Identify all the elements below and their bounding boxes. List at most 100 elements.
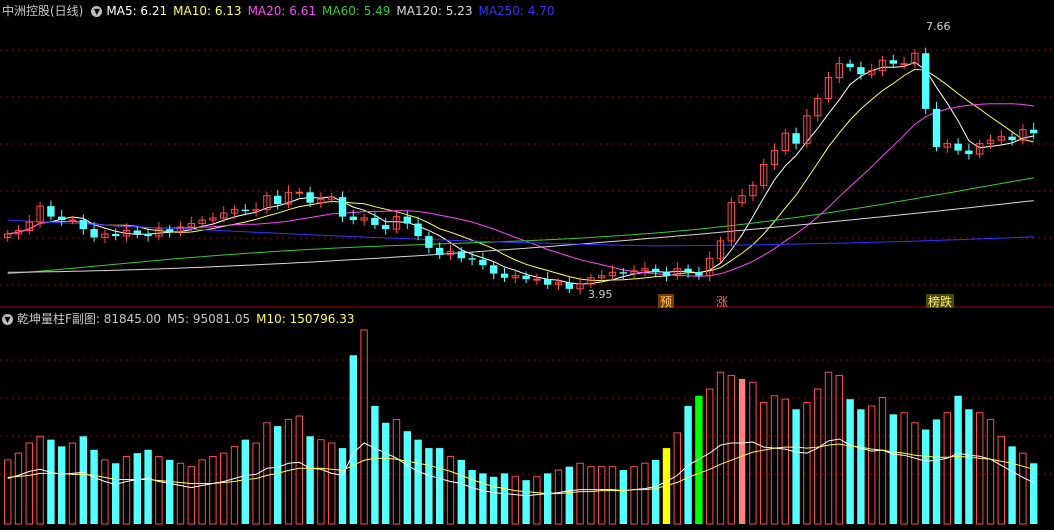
candle-body — [382, 224, 390, 230]
marker-bangdie: 榜跌 — [928, 294, 952, 309]
volume-bar — [1019, 452, 1027, 525]
candle-body — [295, 191, 304, 194]
volume-bar — [1030, 463, 1038, 524]
volume-bar — [414, 439, 422, 524]
volume-bar — [781, 398, 789, 525]
grid-lines — [0, 49, 1054, 475]
high-price-label: 7.66 — [926, 20, 951, 33]
candle-body — [490, 265, 498, 274]
candle-body — [932, 108, 941, 148]
volume-bar — [554, 469, 563, 525]
candle-body — [922, 53, 930, 109]
volume-bar — [630, 466, 638, 525]
ma60-label: MA60: 5.49 — [322, 4, 391, 18]
volume-bar — [479, 473, 487, 524]
volume-bar — [824, 371, 833, 525]
marker-yu: 预 — [660, 295, 672, 309]
volume-bar — [889, 414, 897, 524]
main-chart-legend: 中洲控股(日线) ▼ MA5: 6.21 MA10: 6.13 MA20: 6.61 MA… — [2, 2, 561, 20]
low-price-label: 3.95 — [588, 288, 613, 301]
volume-bar — [133, 453, 141, 524]
ma20-label: MA20: 6.61 — [247, 4, 316, 18]
candle-body — [274, 195, 282, 205]
volume-bar — [263, 422, 271, 525]
volume-bar — [652, 459, 660, 524]
candle-body — [457, 251, 465, 259]
volume-bar — [533, 476, 541, 525]
volume-bar — [673, 432, 681, 525]
volume-bar — [328, 442, 336, 525]
candle-body — [1008, 136, 1016, 141]
candle-body — [468, 258, 476, 260]
volume-bar — [220, 452, 228, 525]
volume-bar — [187, 466, 196, 525]
candle-body — [403, 216, 411, 224]
volume-bar — [176, 462, 185, 525]
candle-body — [436, 247, 444, 255]
volume-bar — [608, 466, 617, 525]
volume-bar — [976, 412, 984, 525]
volume-bar — [317, 439, 325, 525]
volume-bar — [392, 418, 401, 525]
volume-bar — [4, 459, 12, 525]
volume-bar — [522, 480, 530, 524]
candle-body — [306, 192, 314, 203]
volume-bar — [446, 456, 455, 525]
volume-bar — [641, 462, 649, 525]
volume-bar — [803, 402, 811, 525]
candle-body — [68, 219, 77, 222]
volume-bar — [598, 466, 606, 525]
candlesticks — [4, 47, 1038, 295]
candle-body — [889, 60, 897, 64]
volume-bar — [500, 473, 509, 524]
m10-label: M10: 150796.33 — [256, 312, 355, 326]
volume-bar — [371, 405, 379, 524]
volume-bar — [706, 388, 714, 525]
volume-bar — [857, 409, 865, 524]
volume-bar — [436, 448, 444, 524]
volume-bar — [760, 402, 768, 525]
candle-body — [619, 272, 627, 274]
volume-bar — [349, 355, 357, 524]
volume-bar — [792, 409, 800, 524]
settings-circle-icon[interactable]: ▼ — [91, 6, 103, 17]
volume-bar — [619, 470, 627, 524]
volume-bar — [58, 446, 66, 524]
volume-bar — [25, 442, 34, 525]
candle-body — [695, 272, 703, 276]
settings-circle-icon[interactable]: ▼ — [2, 314, 13, 325]
volume-bar — [997, 435, 1005, 525]
volume-bar — [47, 439, 55, 524]
candle-body — [954, 143, 962, 151]
volume-bar — [932, 419, 941, 524]
volume-bar — [295, 415, 304, 525]
volume-bar — [868, 405, 876, 525]
volume-bar — [166, 459, 174, 524]
candle-body — [544, 279, 552, 285]
candle-body — [1030, 129, 1038, 134]
volume-bar — [306, 436, 314, 524]
candle-body — [241, 209, 249, 212]
volume-bar — [360, 329, 368, 525]
volume-bar — [770, 395, 779, 525]
volume-bar — [425, 448, 433, 524]
candle-body — [662, 272, 671, 276]
candle-body — [133, 230, 141, 234]
volume-bar — [986, 418, 995, 525]
volume-bar — [576, 462, 584, 525]
volume-bar — [79, 436, 87, 524]
volume-bar — [101, 459, 109, 525]
volume-bar — [112, 463, 120, 524]
volume-bar — [490, 476, 498, 524]
candle-body — [371, 217, 379, 225]
candle-body — [112, 233, 120, 237]
kline-chart-svg[interactable]: 7.66 3.95 预 涨 榜跌 — [0, 0, 1054, 530]
volume-bar — [338, 448, 347, 524]
candle-body — [652, 268, 660, 273]
volume-bar — [209, 456, 217, 525]
ma5-line — [7, 61, 1034, 285]
candle-body — [684, 268, 692, 273]
chart-title: 中洲控股(日线) — [2, 4, 84, 18]
volume-value-label: : 81845.00 — [95, 312, 162, 326]
candle-body — [58, 216, 66, 221]
